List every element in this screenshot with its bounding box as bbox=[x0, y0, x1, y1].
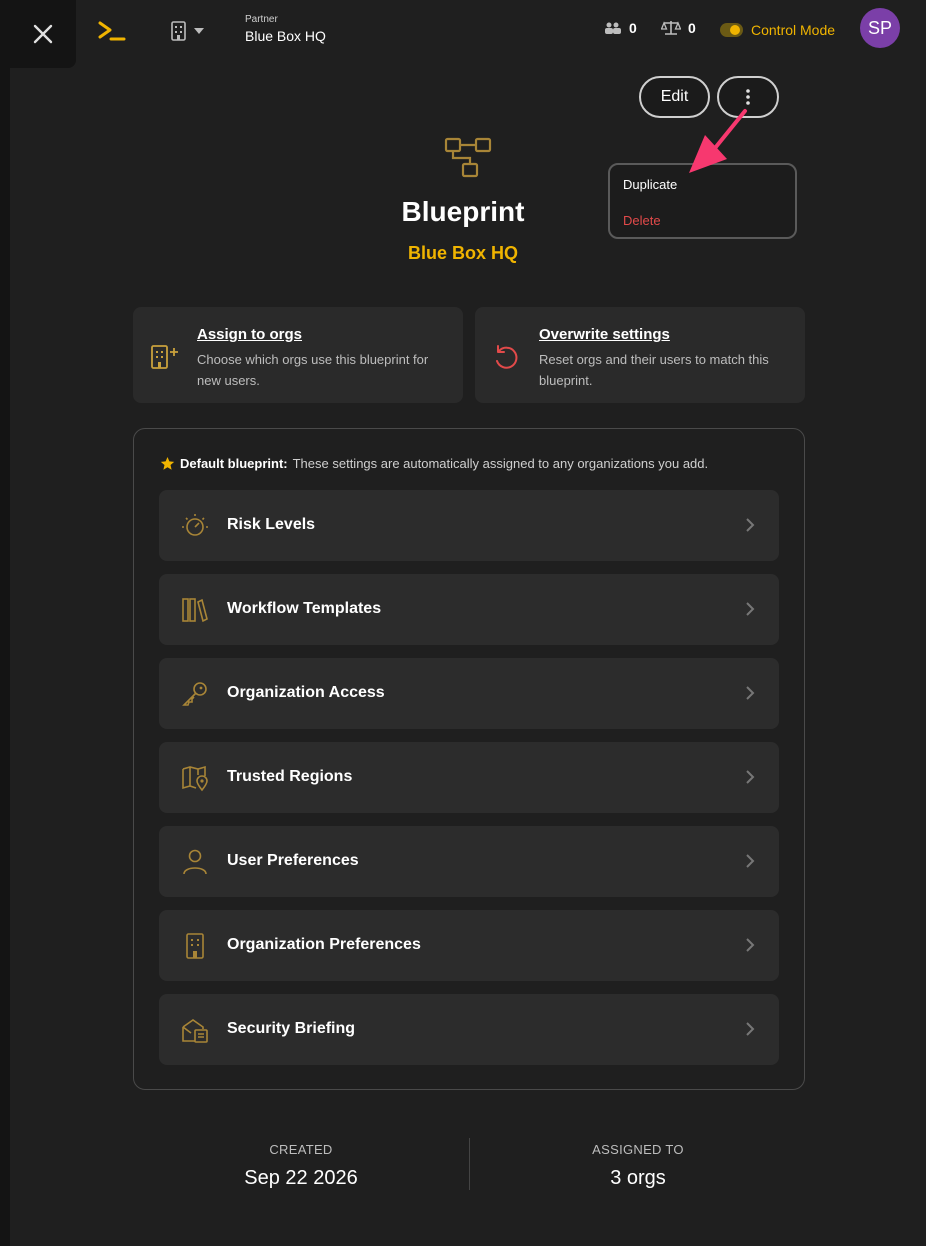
key-icon bbox=[182, 682, 207, 706]
chevron-right-icon bbox=[746, 518, 755, 532]
chevron-right-icon bbox=[746, 854, 755, 868]
vertical-dots-icon bbox=[746, 89, 750, 105]
terminal-logo-icon[interactable] bbox=[96, 18, 130, 46]
settings-row-trusted-regions[interactable]: Trusted Regions bbox=[159, 742, 779, 813]
settings-row-user-preferences[interactable]: User Preferences bbox=[159, 826, 779, 897]
settings-row-organization-access[interactable]: Organization Access bbox=[159, 658, 779, 729]
assigned-label: ASSIGNED TO bbox=[592, 1142, 684, 1157]
duplicate-menu-item[interactable]: Duplicate bbox=[623, 177, 677, 192]
created-label: CREATED bbox=[269, 1142, 333, 1157]
users-stat[interactable]: 0 bbox=[604, 20, 637, 36]
organization-access-label: Organization Access bbox=[227, 684, 385, 701]
gauge-icon bbox=[182, 514, 208, 536]
assigned-stat: ASSIGNED TO 3 orgs bbox=[538, 1142, 738, 1190]
building-add-icon bbox=[151, 345, 178, 369]
security-briefing-label: Security Briefing bbox=[227, 1020, 356, 1037]
control-mode-toggle[interactable]: Control Mode bbox=[720, 22, 835, 38]
risk-levels-label: Risk Levels bbox=[227, 516, 316, 533]
organization-preferences-label: Organization Preferences bbox=[227, 936, 421, 953]
policies-stat[interactable]: 0 bbox=[661, 20, 696, 36]
partner-info: Partner Blue Box HQ bbox=[245, 14, 326, 44]
chevron-right-icon bbox=[746, 938, 755, 952]
annotation-arrow-icon bbox=[689, 109, 747, 173]
envelope-icon bbox=[182, 1019, 208, 1043]
overwrite-settings-card[interactable]: Overwrite settings Reset orgs and their … bbox=[475, 307, 805, 403]
chevron-right-icon bbox=[746, 602, 755, 616]
trusted-regions-label: Trusted Regions bbox=[227, 768, 353, 785]
users-group-icon bbox=[605, 22, 621, 34]
workflow-templates-label: Workflow Templates bbox=[227, 600, 382, 617]
control-mode-label: Control Mode bbox=[751, 22, 836, 38]
star-icon bbox=[160, 456, 175, 470]
created-stat: CREATED Sep 22 2026 bbox=[201, 1142, 401, 1190]
settings-row-organization-preferences[interactable]: Organization Preferences bbox=[159, 910, 779, 981]
settings-row-risk-levels[interactable]: Risk Levels bbox=[159, 490, 779, 561]
policies-count: 0 bbox=[688, 20, 696, 36]
toggle-switch[interactable] bbox=[720, 23, 743, 37]
building-icon bbox=[186, 933, 204, 959]
chevron-right-icon bbox=[746, 1022, 755, 1036]
partner-name: Blue Box HQ bbox=[245, 28, 326, 44]
close-icon bbox=[33, 24, 53, 44]
users-count: 0 bbox=[629, 20, 637, 36]
created-value: Sep 22 2026 bbox=[244, 1167, 358, 1189]
org-switcher[interactable] bbox=[170, 20, 204, 42]
building-icon bbox=[171, 21, 186, 41]
chevron-right-icon bbox=[746, 770, 755, 784]
settings-row-security-briefing[interactable]: Security Briefing bbox=[159, 994, 779, 1065]
caret-down-icon bbox=[194, 28, 204, 34]
avatar[interactable]: SP bbox=[860, 8, 900, 48]
reset-icon bbox=[496, 345, 518, 369]
assign-to-orgs-card[interactable]: Assign to orgs Choose which orgs use thi… bbox=[133, 307, 463, 403]
default-blueprint-note: Default blueprint: These settings are au… bbox=[160, 456, 708, 471]
overwrite-settings-link[interactable]: Overwrite settings bbox=[539, 326, 670, 343]
assign-to-orgs-description: Choose which orgs use this blueprint for… bbox=[197, 352, 429, 388]
page-title: Blueprint bbox=[401, 196, 525, 227]
assigned-value: 3 orgs bbox=[610, 1167, 666, 1189]
books-icon bbox=[182, 598, 208, 623]
settings-row-workflow-templates[interactable]: Workflow Templates bbox=[159, 574, 779, 645]
partner-label: Partner bbox=[245, 14, 278, 25]
user-preferences-label: User Preferences bbox=[227, 852, 359, 869]
chevron-right-icon bbox=[746, 686, 755, 700]
blueprint-icon bbox=[444, 137, 492, 178]
left-edge bbox=[0, 0, 10, 1246]
close-button[interactable] bbox=[10, 0, 76, 68]
assign-to-orgs-link[interactable]: Assign to orgs bbox=[197, 326, 302, 343]
scale-icon bbox=[661, 21, 681, 35]
top-bar: Partner Blue Box HQ 0 0 Control Mode SP bbox=[0, 0, 926, 68]
default-blueprint-text: These settings are automatically assigne… bbox=[292, 456, 709, 471]
map-pin-icon bbox=[182, 765, 208, 792]
user-icon bbox=[183, 849, 207, 875]
overwrite-settings-description: Reset orgs and their users to match this… bbox=[539, 352, 769, 388]
page-subtitle: Blue Box HQ bbox=[407, 243, 518, 263]
footer-divider bbox=[469, 1138, 470, 1190]
settings-panel: Default blueprint: These settings are au… bbox=[133, 428, 805, 1090]
default-blueprint-label: Default blueprint: bbox=[180, 456, 288, 471]
